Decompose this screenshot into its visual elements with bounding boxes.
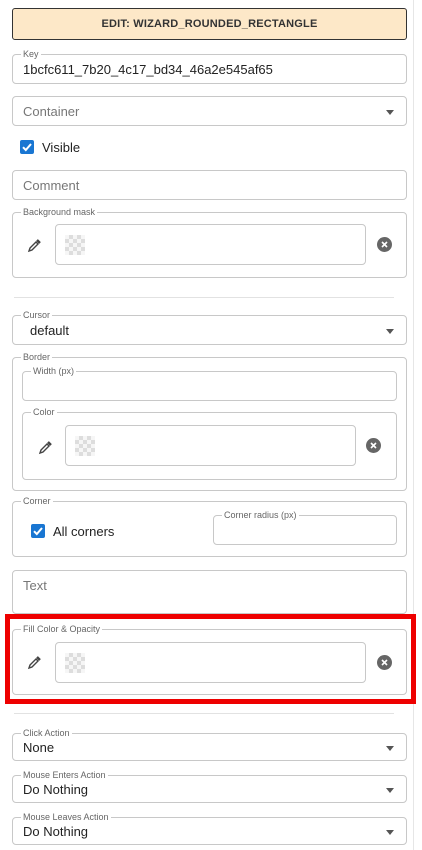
- border-width-field[interactable]: Width (px): [22, 366, 397, 401]
- checkbox-checked-icon: [20, 140, 34, 154]
- key-value: 1bcfc611_7b20_4c17_bd34_46a2e545af65: [23, 62, 273, 77]
- click-action-value: None: [23, 740, 55, 755]
- border-label: Border: [21, 352, 53, 363]
- transparent-swatch-icon: [65, 235, 85, 255]
- background-mask-group: Background mask: [12, 207, 407, 278]
- eyedropper-icon[interactable]: [27, 237, 43, 258]
- highlight-box: [5, 614, 416, 704]
- corner-radius-field[interactable]: Corner radius (px): [213, 510, 397, 545]
- all-corners-checkbox[interactable]: All corners: [31, 522, 181, 542]
- click-action-label: Click Action: [21, 728, 72, 739]
- mouse-leaves-action-select[interactable]: Mouse Leaves Action Do Nothing: [12, 812, 407, 845]
- background-mask-color-input[interactable]: [55, 224, 366, 265]
- mouse-leaves-action-label: Mouse Leaves Action: [21, 812, 111, 823]
- comment-field[interactable]: Comment: [12, 170, 407, 200]
- panel-border: [413, 0, 414, 850]
- corner-radius-label: Corner radius (px): [222, 510, 299, 521]
- clear-icon[interactable]: [377, 237, 392, 252]
- key-field[interactable]: Key 1bcfc611_7b20_4c17_bd34_46a2e545af65: [12, 49, 407, 84]
- border-color-input[interactable]: [65, 425, 356, 466]
- section-divider: [14, 297, 394, 298]
- corner-group: Corner All corners Corner radius (px): [12, 496, 407, 557]
- text-placeholder: Text: [23, 578, 47, 593]
- corner-label: Corner: [21, 496, 53, 507]
- mouse-enters-action-select[interactable]: Mouse Enters Action Do Nothing: [12, 770, 407, 803]
- mouse-enters-action-label: Mouse Enters Action: [21, 770, 108, 781]
- chevron-down-icon: [386, 746, 394, 751]
- clear-icon[interactable]: [366, 438, 381, 453]
- border-color-label: Color: [31, 407, 57, 418]
- section-divider: [14, 713, 394, 714]
- mouse-enters-action-value: Do Nothing: [23, 782, 89, 797]
- border-color-group: Color: [22, 407, 397, 480]
- visible-label: Visible: [42, 140, 81, 155]
- comment-placeholder: Comment: [23, 178, 80, 193]
- background-mask-label: Background mask: [21, 207, 98, 218]
- chevron-down-icon: [386, 110, 394, 115]
- key-label: Key: [21, 49, 41, 60]
- eyedropper-icon[interactable]: [38, 439, 54, 460]
- cursor-select[interactable]: Cursor default: [12, 310, 407, 345]
- transparent-swatch-icon: [75, 436, 95, 456]
- mouse-leaves-action-value: Do Nothing: [23, 824, 89, 839]
- text-field[interactable]: Text: [12, 570, 407, 614]
- editor-title: EDIT: WIZARD_ROUNDED_RECTANGLE: [12, 8, 407, 40]
- border-group: Border Width (px) Color: [12, 352, 407, 491]
- checkbox-checked-icon: [31, 524, 45, 538]
- container-select[interactable]: Container: [12, 96, 407, 126]
- all-corners-label: All corners: [53, 524, 115, 539]
- chevron-down-icon: [386, 788, 394, 793]
- click-action-select[interactable]: Click Action None: [12, 728, 407, 761]
- editor-title-text: EDIT: WIZARD_ROUNDED_RECTANGLE: [101, 18, 318, 30]
- visible-checkbox[interactable]: Visible: [20, 138, 140, 158]
- cursor-value: default: [30, 323, 70, 338]
- chevron-down-icon: [386, 329, 394, 334]
- cursor-label: Cursor: [21, 310, 53, 321]
- container-placeholder: Container: [23, 104, 80, 119]
- border-width-label: Width (px): [31, 366, 77, 377]
- chevron-down-icon: [386, 830, 394, 835]
